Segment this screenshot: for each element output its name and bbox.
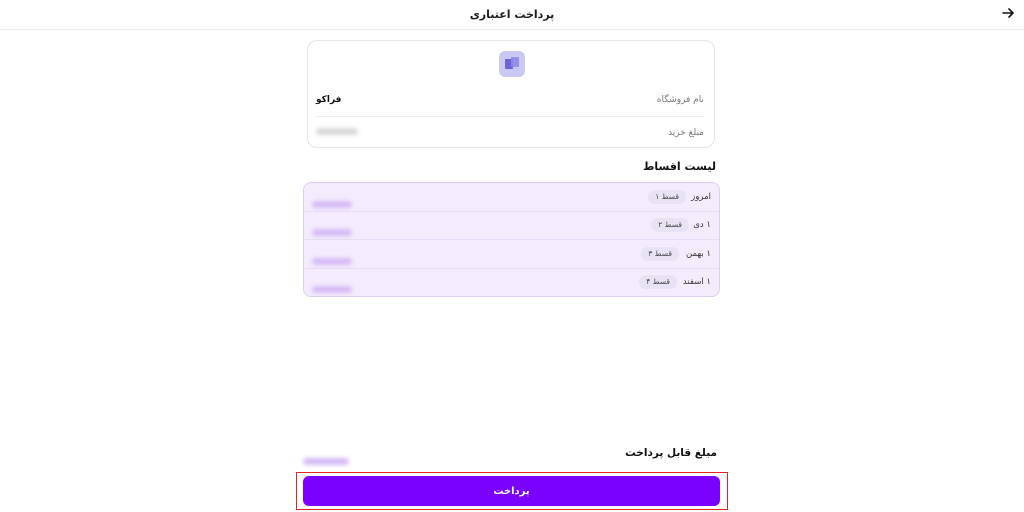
pay-button[interactable]: پرداخت [303,476,720,506]
installment-amount-blurred [312,278,352,297]
list-item: امروز قسط ۱ [304,183,719,212]
purchase-amount-row: مبلغ خرید [316,125,704,143]
installment-date: امروز [691,192,711,202]
list-item: ۱ بهمن قسط ۳ [304,240,719,269]
installment-amount-blurred [312,250,352,269]
store-name-row: نام فروشگاه فراکو [316,92,704,110]
divider [316,116,704,117]
installment-date: ۱ بهمن [686,249,711,259]
store-name-label: نام فروشگاه [656,95,704,105]
list-item: ۱ دی قسط ۲ [304,211,719,240]
store-name-value: فراکو [316,95,342,105]
installment-chip: قسط ۴ [639,275,677,289]
payable-amount-label: مبلغ قابل پرداخت [625,447,717,459]
arrow-right-icon[interactable] [1000,5,1016,21]
installment-chip: قسط ۳ [641,247,679,261]
installments-list: امروز قسط ۱ ۱ دی قسط ۲ ۱ بهمن قسط ۳ ۱ اس… [303,182,720,297]
list-item: ۱ اسفند قسط ۴ [304,268,719,296]
installment-chip: قسط ۱ [648,190,686,204]
purchase-amount-label: مبلغ خرید [668,128,704,138]
installment-date: ۱ اسفند [682,277,711,287]
store-logo-icon [499,51,525,77]
installment-date: ۱ دی [693,220,711,230]
payable-amount-blurred [303,450,349,469]
installment-amount-blurred [312,193,352,212]
installment-chip: قسط ۲ [651,218,689,232]
installment-amount-blurred [312,221,352,240]
top-bar: پرداخت اعتباری [0,0,1024,30]
installments-title: لیست اقساط [642,160,716,173]
purchase-amount-value-blurred [316,128,358,138]
page-title: پرداخت اعتباری [469,8,555,21]
store-card: نام فروشگاه فراکو مبلغ خرید [307,40,715,148]
